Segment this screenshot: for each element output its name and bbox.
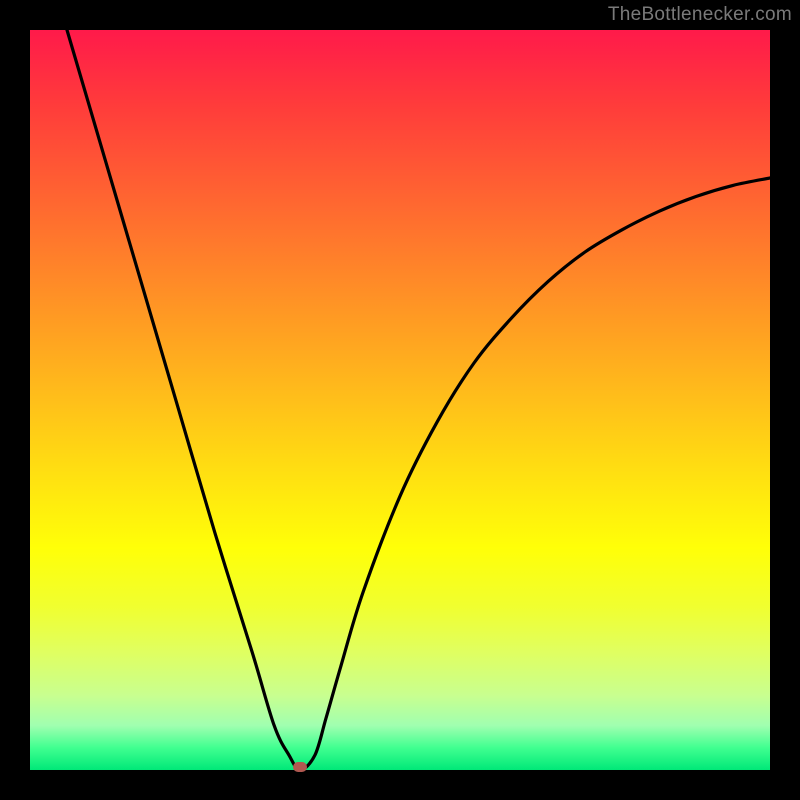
chart-frame: TheBottlenecker.com [0, 0, 800, 800]
curve-svg [30, 30, 770, 770]
plot-area [30, 30, 770, 770]
attribution-text: TheBottlenecker.com [608, 4, 792, 26]
bottleneck-curve [67, 30, 770, 770]
minimum-point-marker [293, 762, 307, 772]
